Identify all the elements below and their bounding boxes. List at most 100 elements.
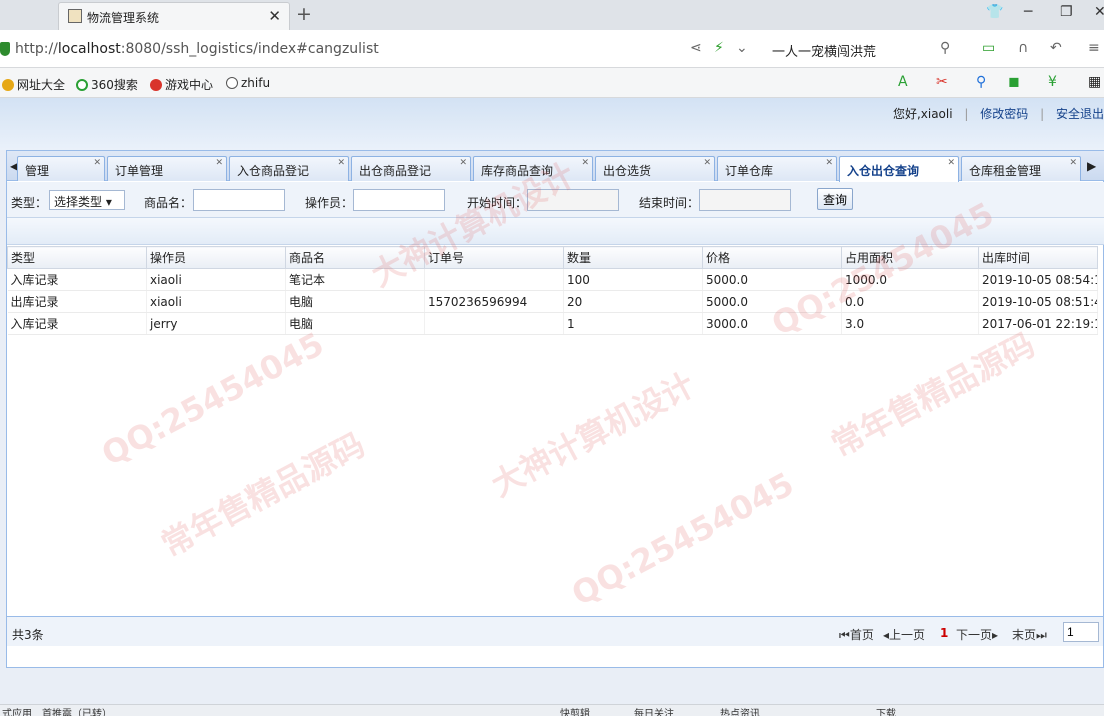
tab-order-warehouse[interactable]: 订单仓库 ✕ [717,156,837,181]
cell-out-time: 2019-10-05 08:54:10 [978,268,1098,291]
cell-type: 入库记录 [7,268,147,291]
address-bar[interactable]: http://localhost:8080/ssh_logistics/inde… [0,30,1104,68]
news-ticker[interactable]: 一人一宠横闯洪荒 [772,41,876,60]
cell-order-no: 1570236596994 [424,290,564,313]
translate-icon[interactable]: A [898,74,908,90]
battery-icon[interactable]: ▭ [982,40,995,56]
headphones-icon[interactable]: ∩ [1018,40,1028,56]
tab-close-icon[interactable]: ✕ [337,158,345,168]
360-search-icon [76,79,88,91]
restore-icon[interactable]: ❐ [1060,4,1073,20]
tab-order-management[interactable]: 订单管理 ✕ [107,156,227,181]
share-icon[interactable]: ⋖ [690,40,702,56]
status-download[interactable]: 下载 [876,705,896,716]
tab-close-icon[interactable]: ✕ [93,158,101,168]
tab-rent-management[interactable]: 仓库租金管理 ✕ [961,156,1081,181]
bookmark-game-center[interactable]: 游戏中心 [150,76,213,93]
search-icon[interactable]: ⚲ [940,40,950,56]
tab-close-icon[interactable]: ✕ [947,158,955,168]
status-hot-news[interactable]: 热点资讯 [720,705,760,716]
app-header: 您好,xiaoli | 修改密码 | 安全退出 [0,98,1104,150]
menu-icon[interactable]: ≡ [1088,40,1100,56]
cell-quantity: 100 [563,268,703,291]
close-tab-icon[interactable]: ✕ [268,7,281,25]
magnifier-icon[interactable]: ⚲ [976,74,986,90]
col-operator[interactable]: 操作员 [146,246,286,269]
content-panel: ◀ 管理 ✕ 订单管理 ✕ 入仓商品登记 ✕ 出仓商品登记 ✕ 库存商品查询 ✕ 出仓选货… [6,150,1104,668]
next-page-button[interactable]: 下一页▸ [956,626,998,643]
tab-outbound-pick[interactable]: 出仓选货 ✕ [595,156,715,181]
tab-close-icon[interactable]: ✕ [825,158,833,168]
prev-page-button[interactable]: ◂上一页 [883,626,925,643]
col-order-no[interactable]: 订单号 [424,246,564,269]
tab-outbound-register[interactable]: 出仓商品登记 ✕ [351,156,471,181]
start-time-label: 开始时间： [467,196,528,210]
tab-stock-query[interactable]: 库存商品查询 ✕ [473,156,593,181]
col-product-name[interactable]: 商品名 [285,246,425,269]
scissors-icon[interactable]: ✂ [936,74,948,90]
status-daily-focus[interactable]: 每日关注 [634,705,674,716]
page-number-input[interactable] [1063,622,1099,642]
apps-grid-icon[interactable]: ▦ [1088,74,1101,90]
col-type[interactable]: 类型 [7,246,147,269]
tab-close-icon[interactable]: ✕ [703,158,711,168]
new-tab-icon[interactable]: + [296,3,312,25]
col-quantity[interactable]: 数量 [563,246,703,269]
tab-inout-query[interactable]: 入仓出仓查询 ✕ [839,156,959,182]
page-favicon-icon [68,9,82,23]
browser-tab[interactable]: 物流管理系统 ✕ [58,2,290,30]
cell-price: 3000.0 [702,312,842,335]
browser-status-bar: 式应用 首推震（已转） 快剪辑 每日关注 热点资讯 下载 [0,704,1104,716]
cell-order-no [424,268,564,291]
tab-close-icon[interactable]: ✕ [215,158,223,168]
zhifu-icon [226,77,238,89]
status-quick-edit[interactable]: 快剪辑 [560,705,590,716]
tab-close-icon[interactable]: ✕ [581,158,589,168]
tab-close-icon[interactable]: ✕ [1069,158,1077,168]
change-password-link[interactable]: 修改密码 [980,107,1028,121]
grid-title-bar [7,218,1104,245]
chevron-down-icon[interactable]: ⌄ [736,40,748,56]
start-time-input[interactable] [527,189,619,211]
records-grid: 类型 操作员 商品名 订单号 数量 价格 占用面积 出库时间 入库记录 xiao… [7,246,1098,335]
cell-quantity: 1 [563,312,703,335]
product-name-input[interactable] [193,189,285,211]
bookmark-zhifu[interactable]: zhifu [226,76,270,90]
minimize-icon[interactable]: ─ [1024,4,1032,20]
cell-area: 3.0 [841,312,979,335]
first-page-button[interactable]: ⏮首页 [839,626,874,643]
tab-inbound-register[interactable]: 入仓商品登记 ✕ [229,156,349,181]
tab-scroll-right-icon[interactable]: ▶ [1087,159,1096,173]
col-area[interactable]: 占用面积 [841,246,979,269]
col-out-time[interactable]: 出库时间 [978,246,1098,269]
undo-icon[interactable]: ↶ [1050,40,1062,56]
tab-strip: ◀ 管理 ✕ 订单管理 ✕ 入仓商品登记 ✕ 出仓商品登记 ✕ 库存商品查询 ✕ 出仓选货… [7,151,1104,182]
end-time-input[interactable] [699,189,791,211]
logout-link[interactable]: 安全退出 [1056,107,1104,121]
bookmark-site-nav[interactable]: 网址大全 [2,76,65,93]
url-text[interactable]: http://localhost:8080/ssh_logistics/inde… [15,41,379,57]
table-row[interactable]: 入库记录 xiaoli 笔记本 100 5000.0 1000.0 2019-1… [7,268,1098,291]
query-button[interactable]: 查询 [817,188,854,210]
bookmark-360-search[interactable]: 360搜索 [76,76,138,93]
gamepad-icon[interactable]: ◼ [1008,74,1020,90]
cell-type: 入库记录 [7,312,147,335]
type-select[interactable]: 选择类型 ▾ [49,190,125,210]
cell-order-no [424,312,564,335]
last-page-button[interactable]: 末页⏭ [1012,626,1047,643]
lightning-icon[interactable]: ⚡ [714,40,724,56]
col-price[interactable]: 价格 [702,246,842,269]
secure-lock-icon [0,42,10,56]
yen-icon[interactable]: ¥ [1048,74,1057,90]
shirt-skin-icon[interactable]: 👕 [986,4,1003,20]
tab-close-icon[interactable]: ✕ [459,158,467,168]
close-window-icon[interactable]: ✕ [1094,4,1104,20]
operator-input[interactable] [353,189,445,211]
site-nav-icon [2,79,14,91]
tab-management[interactable]: 管理 ✕ [17,156,105,181]
table-row[interactable]: 入库记录 jerry 电脑 1 3000.0 3.0 2017-06-01 22… [7,312,1098,335]
cell-operator: xiaoli [146,268,286,291]
search-toolbar: 类型： 选择类型 ▾ 商品名： 操作员： 开始时间： 结束时间： 查询 [7,182,1104,218]
cell-price: 5000.0 [702,290,842,313]
table-row[interactable]: 出库记录 xiaoli 电脑 1570236596994 20 5000.0 0… [7,290,1098,313]
